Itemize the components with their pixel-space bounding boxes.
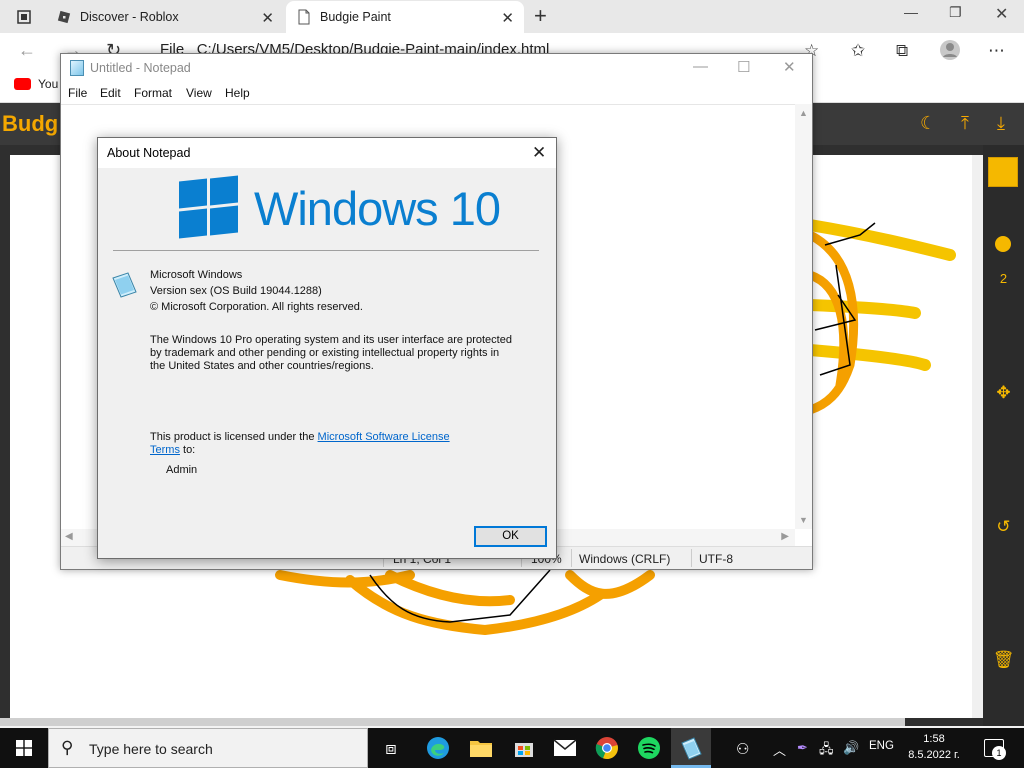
network-icon[interactable]: 🖧 [819,740,834,762]
document-icon [296,9,312,25]
undo-icon[interactable]: ↺ [983,517,1024,537]
app-title: Budg [2,111,59,136]
back-icon[interactable]: ← [18,40,36,61]
menu-format[interactable]: Format [134,86,172,100]
license-link[interactable]: Microsoft Software License [318,431,450,443]
page-horizontal-scrollbar[interactable] [0,718,905,726]
scroll-down-icon[interactable]: ▼ [799,515,808,525]
tab-roblox[interactable]: Discover - Roblox ✕ [46,1,284,33]
chrome-icon[interactable] [594,735,620,761]
collections-icon[interactable]: ⧉ [896,41,908,61]
roblox-icon [56,9,72,25]
scroll-left-icon[interactable]: ◀ [65,531,73,542]
search-placeholder: Type here to search [89,741,213,757]
youtube-icon [14,78,31,90]
edge-icon[interactable] [425,735,451,761]
version-text: Version sex (OS Build 19044.1288) [150,285,322,297]
color-swatch[interactable] [988,157,1018,187]
download-icon[interactable]: ⤓ [997,113,1005,134]
notepad-vertical-scrollbar[interactable]: ▲ ▼ [795,104,812,529]
more-menu-icon[interactable]: ⋯ [988,41,1005,61]
close-tab-icon[interactable]: ✕ [261,9,274,27]
search-icon: ⚲ [61,738,74,757]
windows-start-icon [16,740,32,756]
minimize-icon[interactable]: — [904,4,918,20]
dark-mode-icon[interactable]: ☾ [920,113,936,134]
tab-budgie-paint[interactable]: Budgie Paint ✕ [286,1,524,33]
move-icon[interactable]: ✥ [983,383,1024,403]
license-terms-link[interactable]: Terms [150,444,180,456]
notepad-icon [110,270,138,300]
brush-size-value: 2 [999,271,1008,286]
close-icon[interactable]: ✕ [783,58,796,76]
volume-icon[interactable]: 🔊 [843,740,859,756]
trash-icon[interactable]: 🗑 [983,650,1024,670]
favorites-icon[interactable]: ✩ [851,41,865,61]
scroll-right-icon[interactable]: ▶ [781,531,789,542]
store-icon[interactable] [511,735,537,761]
close-tab-icon[interactable]: ✕ [501,9,514,27]
notepad-menubar: File Edit Format View Help [61,82,812,104]
legal-text-2: by trademark and other pending or existi… [150,347,500,359]
notepad-titlebar[interactable]: Untitled - Notepad — ☐ ✕ [61,54,812,82]
menu-view[interactable]: View [186,86,212,100]
notification-badge: 1 [992,746,1006,760]
divider [113,250,539,251]
notepad-icon [70,60,84,76]
about-dialog: About Notepad ✕ Windows 10 Microsoft Win… [97,137,557,559]
menu-file[interactable]: File [68,86,87,100]
tab-title: Discover - Roblox [80,10,179,24]
people-icon[interactable]: ⚇ [736,740,749,758]
tab-actions-icon[interactable] [10,6,38,28]
legal-text-1: The Windows 10 Pro operating system and … [150,334,512,346]
license-text-2: Terms to: [150,444,196,456]
ok-button[interactable]: OK [474,526,547,547]
chevron-up-icon[interactable]: ︿ [773,740,786,759]
licensee-name: Admin [166,464,198,476]
bookmark-youtube[interactable]: You [38,77,58,91]
status-encoding: UTF-8 [699,552,733,566]
close-icon[interactable]: ✕ [532,143,546,163]
taskbar-search-box[interactable]: ⚲ Type here to search [48,728,368,768]
browser-tab-bar: Discover - Roblox ✕ Budgie Paint ✕ + — ❐… [0,0,1024,33]
about-titlebar[interactable]: About Notepad ✕ [98,138,556,168]
product-name: Microsoft Windows [150,269,243,281]
mail-icon[interactable] [552,735,578,761]
license-text: This product is licensed under the Micro… [150,431,450,443]
task-view-icon[interactable]: ⧈ [378,735,404,761]
restore-icon[interactable]: ❐ [949,4,962,21]
windows-wordmark: Windows 10 [254,182,501,235]
about-title: About Notepad [107,146,191,160]
taskbar: ⚲ Type here to search ⧈ ⚇ ︿ ✒ 🖧 🔊 ENG 1:… [0,728,1024,768]
spotify-icon[interactable] [636,735,662,761]
feather-icon[interactable]: ✒ [797,740,808,756]
profile-avatar[interactable] [939,39,961,66]
tab-title: Budgie Paint [320,10,391,24]
upload-icon[interactable]: ⤒ [961,113,969,134]
notepad-title: Untitled - Notepad [90,61,191,75]
scroll-up-icon[interactable]: ▲ [799,108,808,118]
close-icon[interactable]: ✕ [995,4,1008,24]
maximize-icon[interactable]: ☐ [737,58,750,76]
menu-edit[interactable]: Edit [100,86,121,100]
copyright-text: © Microsoft Corporation. All rights rese… [150,301,363,313]
status-line-ending: Windows (CRLF) [579,552,671,566]
clock-date[interactable]: 8.5.2022 г. [902,749,966,761]
new-tab-button[interactable]: + [534,3,547,29]
minimize-icon[interactable]: — [693,58,708,75]
legal-text-3: the United States and other countries/re… [150,360,374,372]
paint-toolbar: 2 ✥ ↺ 🗑 [983,145,1024,726]
file-explorer-icon[interactable] [468,735,494,761]
language-indicator[interactable]: ENG [869,740,894,752]
page-vertical-scrollbar[interactable] [972,155,983,718]
menu-help[interactable]: Help [225,86,250,100]
notepad-taskbar-icon[interactable] [678,735,704,761]
start-button[interactable] [0,728,48,768]
windows-logo-icon [179,175,239,239]
brush-size-indicator[interactable] [995,236,1011,252]
clock-time[interactable]: 1:58 [902,733,966,745]
